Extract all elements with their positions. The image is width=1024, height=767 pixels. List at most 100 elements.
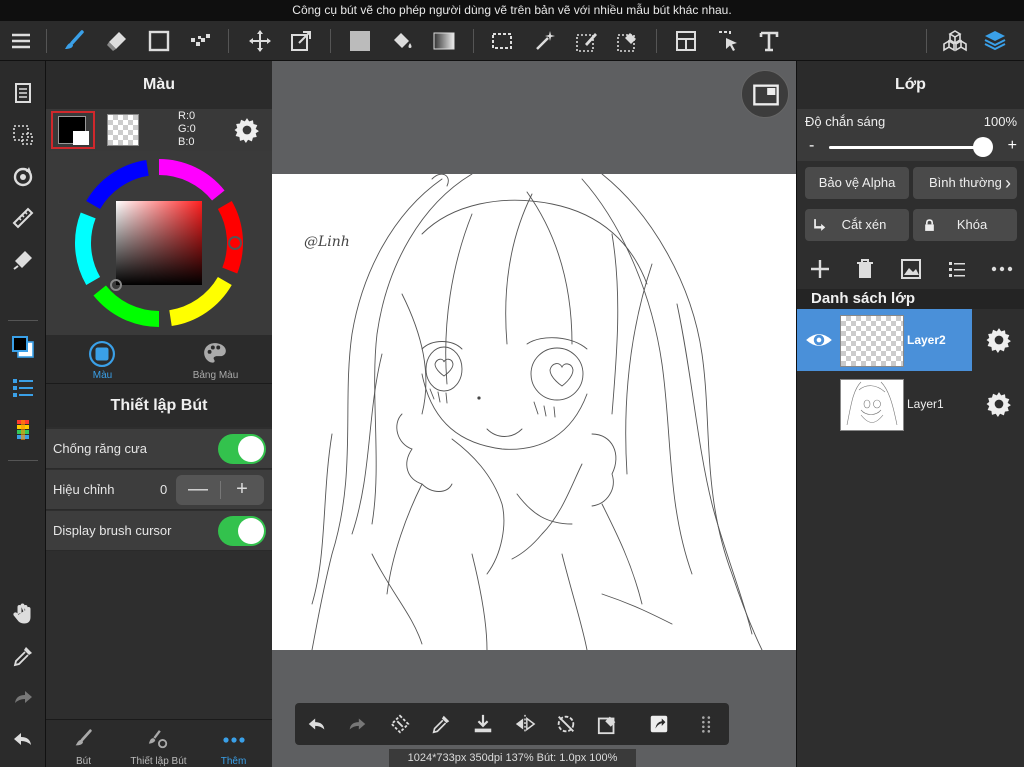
select-pen-icon[interactable] bbox=[571, 25, 603, 57]
blend-mode-button[interactable]: Bình thường › bbox=[913, 167, 1017, 199]
eye-visibility-icon[interactable] bbox=[805, 326, 833, 354]
layer1-name: Layer1 bbox=[907, 397, 944, 411]
add-layer-icon[interactable] bbox=[808, 257, 832, 281]
save-download-icon[interactable] bbox=[467, 708, 499, 740]
grid-dots-icon[interactable] bbox=[691, 708, 723, 740]
color-panel-tabs: Màu Bảng Màu bbox=[46, 335, 272, 383]
tab-brush[interactable]: Bút bbox=[46, 720, 121, 767]
flip-horizontal-icon[interactable] bbox=[509, 708, 541, 740]
transparent-color-swatch[interactable] bbox=[107, 114, 139, 146]
select-layer-icon[interactable] bbox=[7, 119, 39, 151]
layer-image-icon[interactable] bbox=[899, 257, 923, 281]
layer-more-icon[interactable] bbox=[990, 257, 1014, 281]
brush-list-icon[interactable] bbox=[7, 372, 39, 404]
opacity-value: 100% bbox=[983, 114, 1017, 129]
undo-float-icon[interactable] bbox=[301, 708, 333, 740]
layer1-settings-gear-icon[interactable] bbox=[986, 391, 1012, 417]
alpha-protect-button[interactable]: Bảo vệ Alpha bbox=[805, 167, 909, 199]
share-icon[interactable] bbox=[643, 708, 675, 740]
color-wheel[interactable] bbox=[46, 151, 272, 335]
color-tab-icon bbox=[89, 341, 115, 367]
layer2-settings-gear-icon[interactable] bbox=[986, 327, 1012, 353]
gradient-icon[interactable] bbox=[428, 25, 460, 57]
more-dots-icon bbox=[223, 737, 245, 743]
text-icon[interactable] bbox=[753, 25, 785, 57]
tab-color[interactable]: Màu bbox=[46, 335, 159, 383]
color-settings-gear-icon[interactable] bbox=[234, 117, 260, 143]
rgb-g: G:0 bbox=[178, 123, 196, 135]
layer-item-layer2[interactable]: Layer2 bbox=[797, 309, 1024, 371]
opacity-minus-button[interactable]: - bbox=[809, 137, 814, 155]
secondary-color-swatch bbox=[73, 131, 89, 145]
undo-icon[interactable] bbox=[7, 723, 39, 755]
color-palette-strip-icon[interactable] bbox=[7, 414, 39, 446]
selection-icon[interactable] bbox=[486, 25, 518, 57]
select-eraser-icon[interactable] bbox=[612, 25, 644, 57]
dotted-brush-icon[interactable] bbox=[185, 25, 217, 57]
primary-color-frame[interactable] bbox=[51, 111, 95, 149]
tab-color-label: Màu bbox=[92, 370, 113, 381]
layout-icon[interactable] bbox=[670, 25, 702, 57]
antialias-label: Chống răng cưa bbox=[53, 441, 147, 456]
clipping-arrow-icon bbox=[814, 219, 826, 231]
layers-panel-title: Lớp bbox=[797, 61, 1024, 109]
hand-icon[interactable] bbox=[7, 598, 39, 630]
bucket-icon[interactable] bbox=[386, 25, 418, 57]
transform-icon[interactable] bbox=[285, 25, 317, 57]
opacity-slider-knob[interactable] bbox=[973, 137, 993, 157]
tool-hint: Công cụ bút vẽ cho phép người dùng vẽ tr… bbox=[0, 0, 1024, 21]
tab-brush-settings[interactable]: Thiết lập Bút bbox=[121, 720, 196, 767]
layer-list-icon[interactable] bbox=[945, 257, 969, 281]
opacity-slider-track[interactable] bbox=[829, 137, 993, 157]
layer-item-layer1[interactable]: Layer1 bbox=[797, 373, 1024, 435]
page-icon[interactable] bbox=[7, 77, 39, 109]
rectangle-icon[interactable] bbox=[143, 25, 175, 57]
color-panel-title: Màu bbox=[46, 61, 272, 109]
selection-move-icon[interactable] bbox=[712, 25, 744, 57]
eyedropper-float-icon[interactable] bbox=[425, 708, 457, 740]
palette-icon bbox=[204, 343, 226, 363]
canvas-floating-toolbar bbox=[295, 703, 729, 745]
toolbar-divider bbox=[473, 29, 474, 53]
preview-toggle-button[interactable] bbox=[741, 70, 789, 118]
correction-stepper: — + bbox=[176, 475, 264, 505]
fill-color-icon[interactable] bbox=[344, 25, 376, 57]
brush-icon[interactable] bbox=[58, 25, 90, 57]
lock-button[interactable]: Khóa bbox=[913, 209, 1017, 241]
rgb-r: R:0 bbox=[178, 110, 196, 122]
ruler-icon[interactable] bbox=[7, 202, 39, 234]
tab-more[interactable]: Thêm bbox=[196, 720, 271, 767]
fill-pen-icon[interactable] bbox=[7, 244, 39, 276]
antialias-toggle[interactable] bbox=[218, 434, 266, 464]
pen-settings-title: Thiết lập Bút bbox=[46, 383, 272, 427]
redo-float-icon[interactable] bbox=[341, 708, 373, 740]
drawing-canvas[interactable]: @Linh bbox=[272, 174, 796, 650]
toolbar-divider bbox=[46, 29, 47, 53]
stepper-minus-button[interactable]: — bbox=[176, 478, 220, 500]
menu-icon[interactable] bbox=[5, 25, 37, 57]
brush-cursor-toggle[interactable] bbox=[218, 516, 266, 546]
rotate-canvas-icon[interactable] bbox=[7, 161, 39, 193]
transform-float-icon[interactable] bbox=[384, 708, 416, 740]
color-swatch-icon[interactable] bbox=[7, 331, 39, 363]
move-icon[interactable] bbox=[244, 25, 276, 57]
redo-icon[interactable] bbox=[7, 681, 39, 713]
materials-icon[interactable] bbox=[939, 25, 971, 57]
clipping-label: Cắt xén bbox=[841, 217, 887, 232]
left-tool-strip bbox=[0, 61, 46, 767]
magic-wand-icon[interactable] bbox=[529, 25, 561, 57]
layers-icon[interactable] bbox=[979, 25, 1011, 57]
tab-palette[interactable]: Bảng Màu bbox=[159, 335, 272, 383]
delete-layer-icon[interactable] bbox=[853, 257, 877, 281]
color-wheel-area bbox=[46, 151, 272, 335]
clear-layer-icon[interactable] bbox=[592, 708, 624, 740]
eraser-icon[interactable] bbox=[101, 25, 133, 57]
layer1-thumbnail bbox=[840, 379, 904, 431]
stepper-plus-button[interactable]: + bbox=[220, 478, 264, 500]
clipping-button[interactable]: Cắt xén bbox=[805, 209, 909, 241]
opacity-plus-button[interactable]: + bbox=[1008, 137, 1017, 155]
artist-signature: @Linh bbox=[304, 234, 350, 250]
opacity-slider-fill bbox=[829, 146, 989, 149]
eyedropper-icon[interactable] bbox=[7, 640, 39, 672]
rotate-reset-icon[interactable] bbox=[550, 708, 582, 740]
